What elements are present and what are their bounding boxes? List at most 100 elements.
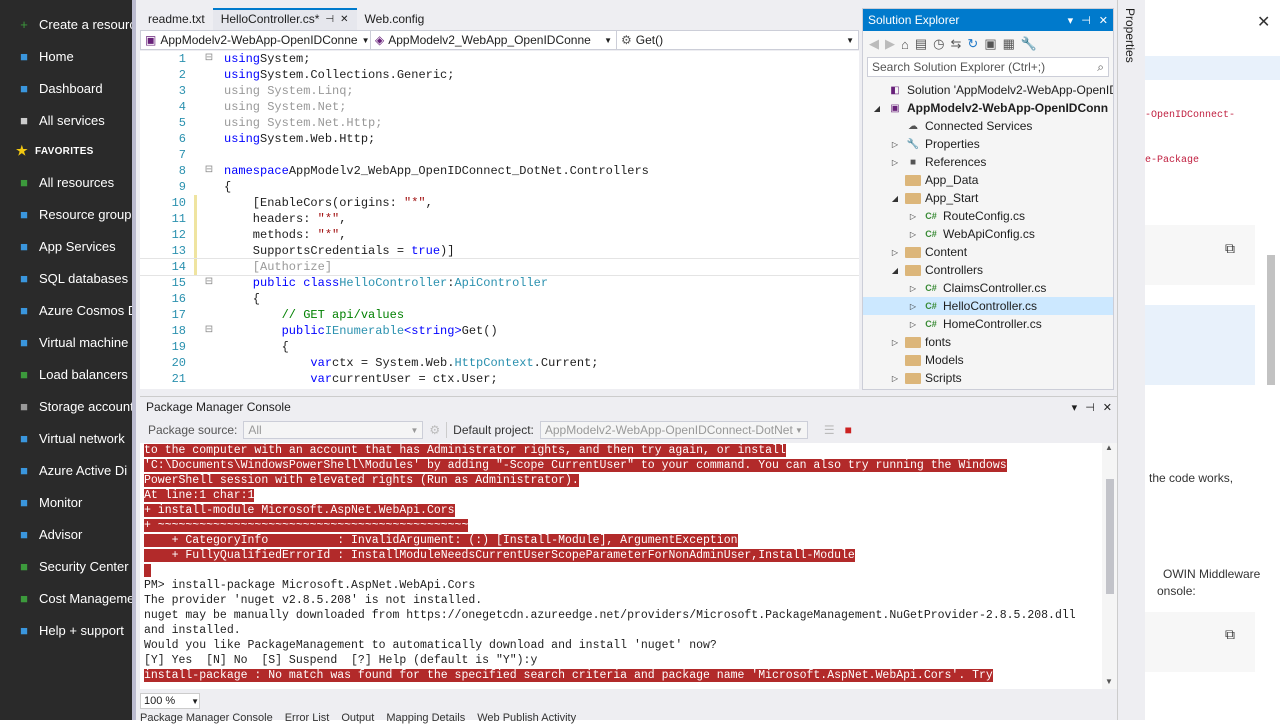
collapse-arrow-icon[interactable]: ◢ <box>889 266 901 275</box>
close-icon[interactable]: ✕ <box>1103 401 1112 414</box>
collapse-icon[interactable]: ⊟ <box>194 275 224 291</box>
project-dropdown[interactable]: ▣ AppModelv2-WebApp-OpenIDConne ▼ <box>141 31 371 49</box>
back-icon[interactable]: ◀ <box>869 36 879 52</box>
dropdown-icon[interactable]: ▾ <box>1072 401 1078 414</box>
collapse-arrow-icon[interactable]: ◢ <box>889 194 901 203</box>
sidebar-item-azure-active-di[interactable]: ■ Azure Active Di <box>0 454 132 486</box>
sidebar-item-resource-group[interactable]: ■ Resource group <box>0 198 132 230</box>
expand-arrow-icon[interactable]: ▷ <box>907 302 919 311</box>
sidebar-item-azure-cosmos-d[interactable]: ■ Azure Cosmos D <box>0 294 132 326</box>
sidebar-item-virtual-machine[interactable]: ■ Virtual machine <box>0 326 132 358</box>
tab-web-config[interactable]: Web.config <box>357 8 433 30</box>
tree-item-fonts[interactable]: ▷ fonts <box>863 333 1113 351</box>
package-source-select[interactable]: All ▼ <box>243 421 424 439</box>
sidebar-item-all-resources[interactable]: ■ All resources <box>0 166 132 198</box>
tree-item-homecontroller-cs[interactable]: ▷ C# HomeController.cs <box>863 315 1113 333</box>
bottom-tab-package-manager-console[interactable]: Package Manager Console <box>140 712 273 724</box>
tree-item-hellocontroller-cs[interactable]: ▷ C# HelloController.cs <box>863 297 1113 315</box>
class-dropdown[interactable]: ◈ AppModelv2_WebApp_OpenIDConne ▼ <box>371 31 617 49</box>
tree-item-controllers[interactable]: ◢ Controllers <box>863 261 1113 279</box>
expand-arrow-icon[interactable]: ▷ <box>889 140 901 149</box>
close-icon[interactable]: ✕ <box>1099 14 1108 27</box>
tree-item-solution-appmodelv2-webapp-openidc[interactable]: ◧ Solution 'AppModelv2-WebApp-OpenIDC <box>863 81 1113 99</box>
member-dropdown[interactable]: ⚙ Get() ▼ <box>617 31 858 49</box>
sidebar-item-cost-manageme[interactable]: ■ Cost Manageme <box>0 582 132 614</box>
sidebar-item-monitor[interactable]: ■ Monitor <box>0 486 132 518</box>
sidebar-item-advisor[interactable]: ■ Advisor <box>0 518 132 550</box>
collapse-icon[interactable]: ⊟ <box>194 323 224 339</box>
tree-item-claimscontroller-cs[interactable]: ▷ C# ClaimsController.cs <box>863 279 1113 297</box>
code-editor[interactable]: 1 ⊟ using System; 2 using System.Collections… <box>140 51 859 389</box>
bottom-tab-error-list[interactable]: Error List <box>285 712 330 724</box>
sidebar-item-help-support[interactable]: ■ Help + support <box>0 614 132 646</box>
expand-arrow-icon[interactable]: ▷ <box>907 230 919 239</box>
collapse-icon[interactable]: ⊟ <box>194 51 224 67</box>
close-icon[interactable]: ✕ <box>1257 12 1270 32</box>
forward-icon[interactable]: ▶ <box>885 36 895 52</box>
home-icon[interactable]: ⌂ <box>901 37 909 52</box>
collapse-icon[interactable]: ⊟ <box>194 163 224 179</box>
refresh-icon[interactable]: ↻ <box>967 36 978 52</box>
bottom-tab-mapping-details[interactable]: Mapping Details <box>386 712 465 724</box>
copy-icon[interactable]: ⧉ <box>1225 626 1235 643</box>
history-icon[interactable]: ◷ <box>933 36 944 52</box>
tree-item-scripts[interactable]: ▷ Scripts <box>863 369 1113 387</box>
tree-item-routeconfig-cs[interactable]: ▷ C# RouteConfig.cs <box>863 207 1113 225</box>
tree-item-app-start[interactable]: ◢ App_Start <box>863 189 1113 207</box>
sidebar-item-load-balancers[interactable]: ■ Load balancers <box>0 358 132 390</box>
tree-item-app-data[interactable]: App_Data <box>863 171 1113 189</box>
sidebar-item-app-services[interactable]: ■ App Services <box>0 230 132 262</box>
console-scrollbar[interactable]: ▲ ▼ <box>1102 443 1118 689</box>
bottom-tab-web-publish-activity[interactable]: Web Publish Activity <box>477 712 576 724</box>
tab-readme-txt[interactable]: readme.txt <box>140 8 213 30</box>
sidebar-item-virtual-network[interactable]: ■ Virtual network <box>0 422 132 454</box>
scroll-up-icon[interactable]: ▲ <box>1105 443 1113 452</box>
expand-arrow-icon[interactable]: ▷ <box>889 338 901 347</box>
expand-arrow-icon[interactable]: ▷ <box>907 212 919 221</box>
scroll-thumb[interactable] <box>1106 479 1114 594</box>
sidebar-item-storage-account[interactable]: ■ Storage account <box>0 390 132 422</box>
bottom-tab-output[interactable]: Output <box>341 712 374 724</box>
tree-item-webapiconfig-cs[interactable]: ▷ C# WebApiConfig.cs <box>863 225 1113 243</box>
tree-item-connected-services[interactable]: ☁ Connected Services <box>863 117 1113 135</box>
expand-arrow-icon[interactable]: ▷ <box>889 374 901 383</box>
tree-item-appmodelv2-webapp-openidconn[interactable]: ◢ ▣ AppModelv2-WebApp-OpenIDConn <box>863 99 1113 117</box>
sidebar-item-all-services[interactable]: ■ All services <box>0 104 132 136</box>
close-icon[interactable]: ✕ <box>340 14 348 25</box>
dropdown-icon[interactable]: ▾ <box>1068 14 1074 27</box>
solution-search-input[interactable]: Search Solution Explorer (Ctrl+;) ⌕ <box>867 57 1109 77</box>
sidebar-item-create-a-resource[interactable]: + Create a resource <box>0 8 132 40</box>
collapse-all-icon[interactable]: ▣ <box>984 36 996 52</box>
tree-item-references[interactable]: ▷ ■ References <box>863 153 1113 171</box>
collapse-arrow-icon[interactable]: ◢ <box>871 104 883 113</box>
tab-hellocontroller-cs-[interactable]: HelloController.cs* ⊣ ✕ <box>212 8 357 30</box>
properties-icon[interactable]: 🔧 <box>1021 36 1037 52</box>
show-all-files-icon[interactable]: ▦ <box>1003 36 1015 52</box>
default-project-select[interactable]: AppModelv2-WebApp-OpenIDConnect-DotNet ▼ <box>539 421 808 439</box>
sync-icon[interactable]: ⇆ <box>951 36 962 52</box>
expand-arrow-icon[interactable]: ▷ <box>889 248 901 257</box>
sidebar-item-dashboard[interactable]: ■ Dashboard <box>0 72 132 104</box>
stop-icon[interactable]: ■ <box>845 423 852 437</box>
properties-panel-tab[interactable]: Properties <box>1117 0 1145 720</box>
expand-arrow-icon[interactable]: ▷ <box>907 320 919 329</box>
pin-icon[interactable]: ⊣ <box>1081 14 1091 27</box>
switch-views-icon[interactable]: ▤ <box>915 36 927 52</box>
sidebar-item-home[interactable]: ■ Home <box>0 40 132 72</box>
expand-arrow-icon[interactable]: ▷ <box>907 284 919 293</box>
expand-arrow-icon[interactable]: ▷ <box>889 158 901 167</box>
copy-icon[interactable]: ⧉ <box>1225 240 1235 257</box>
tree-item-properties[interactable]: ▷ 🔧 Properties <box>863 135 1113 153</box>
tree-item-content[interactable]: ▷ Content <box>863 243 1113 261</box>
scroll-down-icon[interactable]: ▼ <box>1105 677 1113 686</box>
pin-icon[interactable]: ⊣ <box>325 14 334 25</box>
pin-icon[interactable]: ⊣ <box>1085 401 1095 414</box>
page-scrollbar-thumb[interactable] <box>1267 255 1275 385</box>
zoom-select[interactable]: 100 % ▼ <box>140 693 200 709</box>
console-output[interactable]: to the computer with an account that has… <box>140 443 1102 689</box>
clear-console-icon[interactable]: ☰ <box>824 423 835 437</box>
tree-item-models[interactable]: Models <box>863 351 1113 369</box>
sidebar-item-security-center[interactable]: ■ Security Center <box>0 550 132 582</box>
sidebar-item-sql-databases[interactable]: ■ SQL databases <box>0 262 132 294</box>
settings-icon[interactable]: ⚙ <box>429 423 440 437</box>
